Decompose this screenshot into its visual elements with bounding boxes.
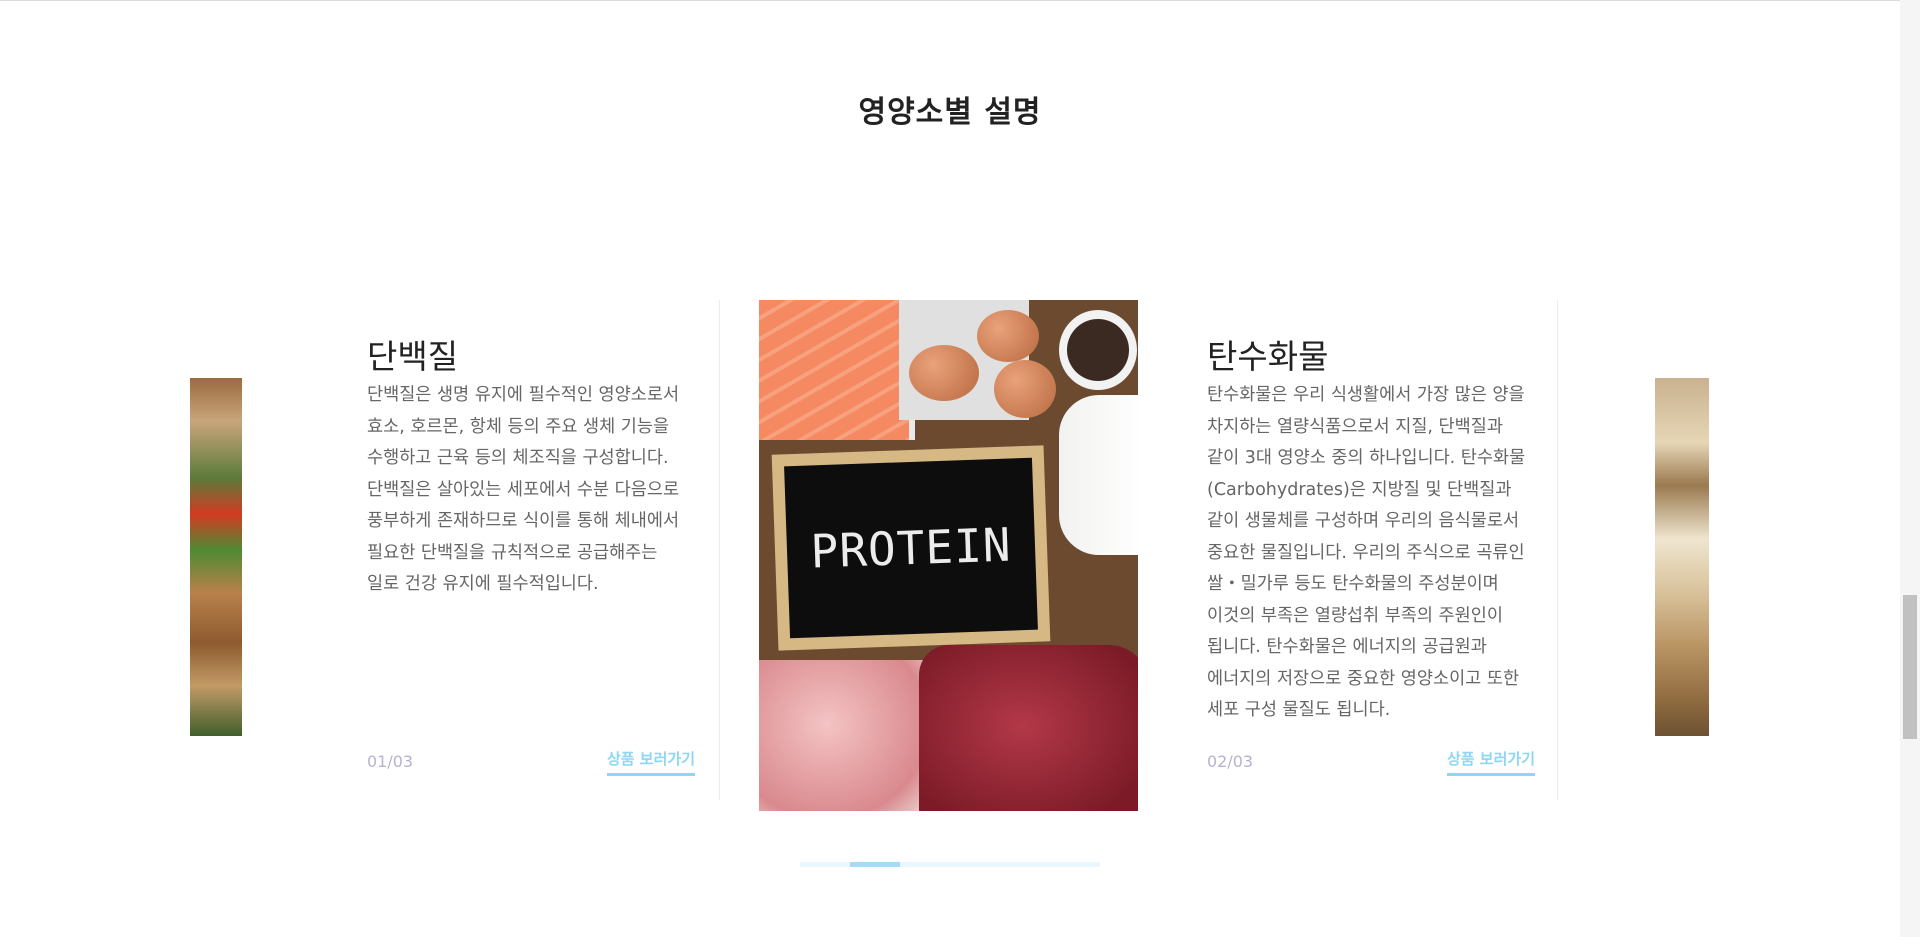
protein-photo-icon[interactable]: PROTEIN [759,300,1138,811]
section-title: 영양소별 설명 [858,94,1042,130]
card-divider [719,300,720,800]
food-photo-icon[interactable] [190,378,242,736]
slide-counter: 01/03 [367,752,414,771]
card-divider [1557,300,1558,800]
slide-description: 단백질은 생명 유지에 필수적인 영양소로서 효소, 호르몬, 항체 등의 주요… [367,385,680,594]
slide-title: 단백질 [367,337,459,376]
pork-shape [759,660,929,811]
grain-photo-icon[interactable] [1655,378,1709,736]
milk-jug-shape [1059,395,1138,555]
egg-shape [994,360,1056,418]
slide-card-protein: 단백질 단백질은 생명 유지에 필수적인 영양소로서 효소, 호르몬, 항체 등… [367,300,695,800]
pepper-bowl-shape [1059,310,1137,390]
page-scrollbar[interactable] [1900,0,1920,937]
slide-card-carbohydrate: 탄수화물 탄수화물은 우리 식생활에서 가장 많은 양을 차지하는 열량식품으로… [1207,300,1535,800]
egg-shape [909,345,979,401]
slider-progress-fill[interactable] [850,862,900,867]
view-products-link[interactable]: 상품 보러가기 [606,748,695,776]
slider-progress-track[interactable] [800,862,1100,867]
protein-sign-text: PROTEIN [809,517,1013,579]
view-products-link[interactable]: 상품 보러가기 [1446,748,1535,776]
slide-description: 탄수화물은 우리 식생활에서 가장 많은 양을 차지하는 열량식품으로서 지질,… [1207,385,1526,720]
protein-sign: PROTEIN [771,445,1051,651]
egg-shape [977,310,1039,362]
top-border [0,0,1900,1]
slide-title: 탄수화물 [1207,337,1329,376]
salmon-shape [759,300,915,440]
slide-counter: 02/03 [1207,752,1254,771]
beef-shape [919,645,1138,811]
scrollbar-thumb[interactable] [1903,595,1917,739]
